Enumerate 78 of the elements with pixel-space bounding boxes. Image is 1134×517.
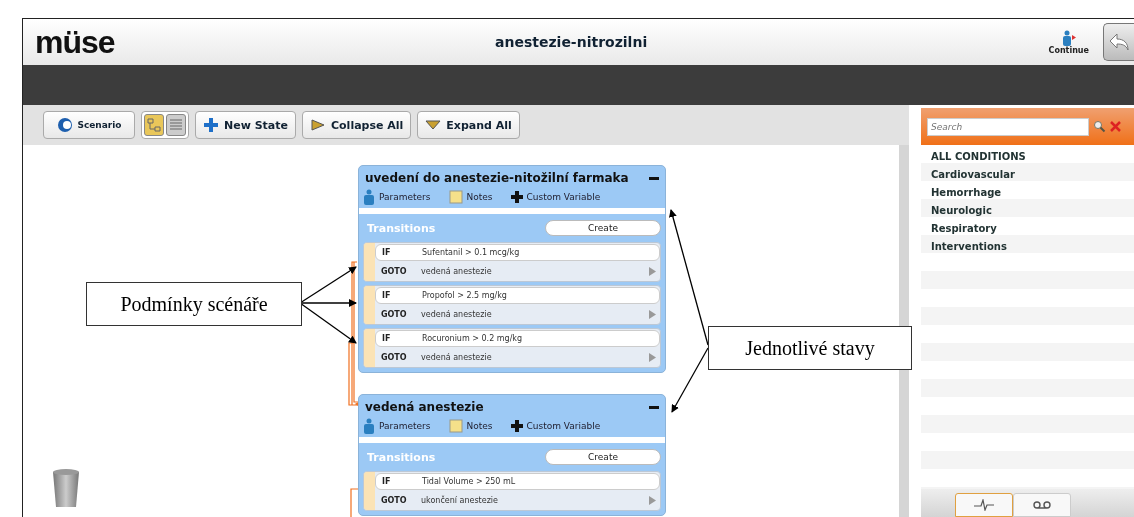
transition-item[interactable]: IF Rocuronium > 0.2 mg/kg GOTO vedená anestezie	[363, 328, 661, 368]
close-icon[interactable]	[1110, 121, 1121, 132]
transition-condition: Sufentanil > 0.1 mcg/kg	[422, 248, 521, 257]
connector-line	[350, 488, 359, 517]
plus-icon	[203, 117, 219, 133]
panel-tab[interactable]	[954, 493, 1013, 517]
goto-keyword: GOTO	[380, 266, 408, 276]
if-keyword: IF	[381, 248, 392, 257]
callout-label: Jednotlivé stavy	[708, 326, 912, 370]
transition-target: vedená anestezie	[421, 309, 493, 319]
transition-condition: Propofol > 2.5 mg/kg	[422, 291, 508, 300]
search-field[interactable]: Search	[927, 117, 1089, 136]
transition-condition: Rocuronium > 0.2 mg/kg	[422, 334, 524, 343]
play-icon[interactable]	[649, 352, 656, 362]
state-title: uvedení do anestezie-nitožilní farmaka	[365, 171, 629, 185]
plus-icon	[510, 420, 523, 432]
goto-keyword: GOTO	[380, 352, 408, 362]
trash-icon[interactable]	[52, 469, 80, 509]
note-icon	[448, 190, 463, 204]
search-icon[interactable]	[1093, 120, 1106, 133]
condition-category[interactable]: Cardiovascular	[921, 165, 1134, 183]
state-tool-link[interactable]: Custom Variable	[526, 192, 601, 202]
if-keyword: IF	[381, 291, 392, 300]
transition-target: vedená anestezie	[421, 352, 493, 362]
state-tool-link[interactable]: Parameters	[379, 192, 431, 202]
continue-button[interactable]: Continue	[1048, 29, 1089, 55]
state-tool-link[interactable]: Parameters	[379, 421, 431, 431]
minimize-icon[interactable]	[649, 405, 659, 409]
transition-condition: Tidal Volume > 250 mL	[422, 477, 517, 486]
if-keyword: IF	[381, 334, 392, 343]
transitions-label: Transitions	[367, 450, 436, 464]
state-tool-link[interactable]: Notes	[466, 192, 493, 202]
tree-view-button[interactable]	[144, 114, 164, 136]
person-icon	[1061, 29, 1076, 46]
scenario-title: anestezie-nitrozilni	[495, 34, 649, 50]
condition-category[interactable]: ALL CONDITIONS	[921, 147, 1134, 165]
create-button[interactable]: Create	[545, 449, 661, 465]
tree-icon	[147, 118, 161, 132]
transition-target: vedená anestezie	[421, 266, 493, 276]
goto-keyword: GOTO	[380, 309, 408, 319]
voicemail-icon	[1031, 500, 1052, 510]
state-tool-link[interactable]: Notes	[466, 421, 493, 431]
panel-tab[interactable]	[1012, 493, 1071, 517]
transition-item[interactable]: IF Propofol > 2.5 mg/kg GOTO vedená anestezie	[363, 285, 661, 325]
play-icon[interactable]	[649, 495, 656, 505]
person-icon	[363, 418, 375, 434]
transition-item[interactable]: IF Tidal Volume > 250 mL GOTO ukončení anestezie	[363, 471, 661, 511]
state-tool-link[interactable]: Custom Variable	[526, 421, 601, 431]
plus-icon	[510, 191, 523, 203]
person-icon	[363, 189, 375, 205]
goto-keyword: GOTO	[380, 495, 408, 505]
toolbar-button[interactable]: New State	[195, 111, 296, 139]
transition-target: ukončení anestezie	[421, 495, 499, 505]
minimize-icon[interactable]	[649, 176, 659, 180]
condition-category[interactable]: Respiratory	[921, 219, 1134, 237]
scenario-button[interactable]: Scenario	[43, 111, 135, 139]
condition-category[interactable]: Neurologic	[921, 201, 1134, 219]
note-icon	[448, 419, 463, 433]
callout-label: Podmínky scénáře	[86, 282, 302, 326]
list-icon	[169, 118, 183, 132]
heartbeat-icon	[973, 499, 994, 511]
play-icon[interactable]	[649, 266, 656, 276]
list-view-button[interactable]	[166, 114, 186, 136]
create-button[interactable]: Create	[545, 220, 661, 236]
transition-item[interactable]: IF Sufentanil > 0.1 mcg/kg GOTO vedená anestezie	[363, 242, 661, 282]
play-icon[interactable]	[649, 309, 656, 319]
if-keyword: IF	[381, 477, 392, 486]
collapse-icon	[310, 118, 326, 132]
app-logo: müse	[35, 23, 116, 61]
transitions-label: Transitions	[367, 221, 436, 235]
expand-icon	[425, 118, 442, 132]
back-arrow-icon	[1108, 32, 1130, 52]
condition-category[interactable]: Interventions	[921, 237, 1134, 255]
condition-category[interactable]: Hemorrhage	[921, 183, 1134, 201]
back-button[interactable]	[1103, 23, 1134, 61]
state-title: vedená anestezie	[365, 400, 484, 414]
toolbar-button[interactable]: Expand All	[417, 111, 520, 139]
toolbar-button[interactable]: Collapse All	[302, 111, 412, 139]
